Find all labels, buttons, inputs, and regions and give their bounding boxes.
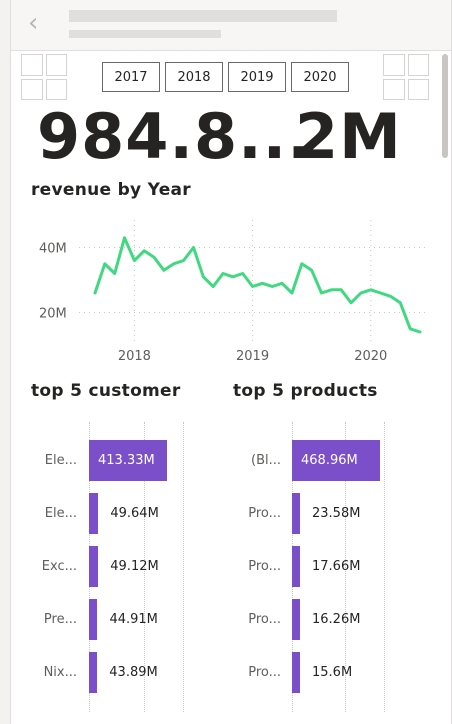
grid-visual-icon-left xyxy=(21,54,67,100)
grid-visual-icon-right xyxy=(383,54,429,100)
bar-category-label: Nix... xyxy=(43,665,77,680)
year-slicer-2017[interactable]: 2017 xyxy=(102,62,160,92)
bar-gridline xyxy=(183,422,184,712)
bar-category-label: Pro... xyxy=(248,612,281,627)
bar-value-label: 49.64M xyxy=(110,506,159,521)
bar[interactable] xyxy=(292,599,300,640)
bar-gridline xyxy=(384,422,385,712)
kpi-revenue-card: 984.8... xyxy=(37,100,312,173)
revenue-series-line xyxy=(93,236,422,334)
bar[interactable] xyxy=(292,652,300,693)
year-slicer-2020[interactable]: 2020 xyxy=(291,62,349,92)
bar[interactable] xyxy=(292,546,300,587)
report-subtitle-placeholder xyxy=(69,30,221,38)
bar-category-label: Pro... xyxy=(248,506,281,521)
bar-value-label: 23.58M xyxy=(312,506,361,521)
top-customers-title: top 5 customer xyxy=(31,381,181,401)
bar-value-label: 43.89M xyxy=(109,665,158,680)
bar[interactable] xyxy=(89,546,99,587)
bar-category-label: Ele... xyxy=(44,453,77,468)
x-tick-label: 2018 xyxy=(118,349,151,364)
bar[interactable] xyxy=(89,652,98,693)
bar[interactable] xyxy=(89,599,98,640)
bar-value-label: 468.96M xyxy=(301,453,358,468)
y-tick-label: 20M xyxy=(39,307,67,322)
bar-value-label: 17.66M xyxy=(312,559,361,574)
bar-category-label: Ele... xyxy=(44,506,77,521)
line-chart-title: revenue by Year xyxy=(31,180,191,200)
bar-value-label: 413.33M xyxy=(98,453,155,468)
bar-category-label: Pro... xyxy=(248,559,281,574)
back-arrow-icon[interactable]: ‹ xyxy=(28,10,52,37)
bar-category-label: Pre... xyxy=(43,612,77,627)
report-canvas: ‹ 2017 2018 2019 2020 984.8... 2M revenu… xyxy=(10,0,452,724)
report-header: ‹ xyxy=(11,0,451,51)
vertical-scrollbar[interactable] xyxy=(442,54,448,158)
year-slicer-2018[interactable]: 2018 xyxy=(165,62,223,92)
y-tick-label: 40M xyxy=(39,242,67,257)
bar[interactable] xyxy=(89,493,99,534)
bar-value-label: 16.26M xyxy=(312,612,361,627)
bar-value-label: 49.12M xyxy=(110,559,159,574)
bar[interactable] xyxy=(292,493,300,534)
bar-category-label: Exc... xyxy=(41,559,77,574)
bar-category-label: (Bl... xyxy=(251,453,281,468)
year-slicer-2019[interactable]: 2019 xyxy=(228,62,286,92)
x-tick-label: 2020 xyxy=(354,349,387,364)
revenue-line-chart[interactable]: 20M 40M 2018 2019 2020 xyxy=(27,215,427,370)
kpi-count-card: 2M xyxy=(295,100,402,173)
bar-category-label: Pro... xyxy=(248,665,281,680)
bar-value-label: 44.91M xyxy=(109,612,158,627)
bar-value-label: 15.6M xyxy=(312,665,353,680)
top-products-title: top 5 products xyxy=(233,381,378,401)
report-title-placeholder xyxy=(69,10,337,22)
x-tick-label: 2019 xyxy=(236,349,269,364)
